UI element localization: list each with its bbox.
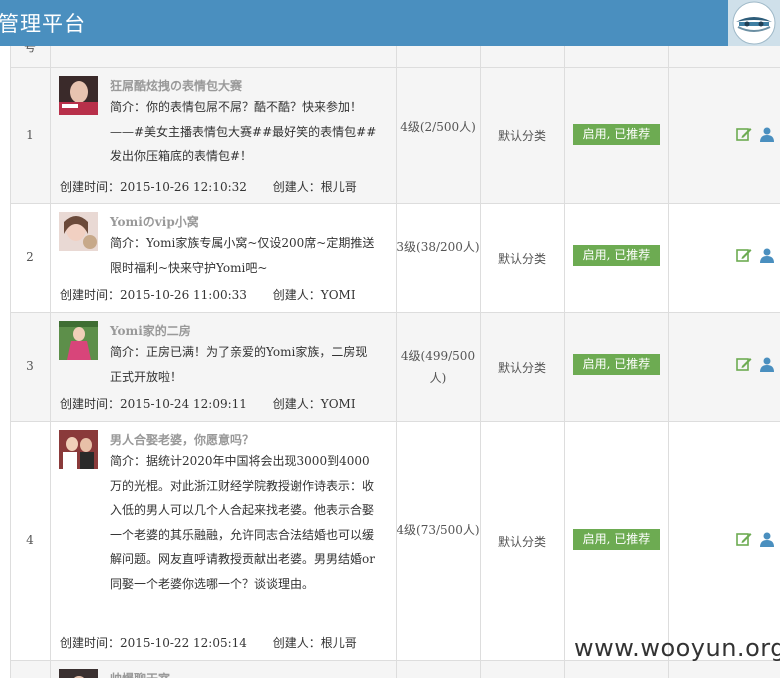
creator-name: YOMI: [320, 397, 356, 411]
status-badge[interactable]: 启用, 已推荐: [573, 529, 660, 550]
table-row: 2 Yomiのvip小窝 简介：Yomi家族专属小窝~仅设200席~定期推送限时…: [10, 203, 780, 312]
group-level: 3级(38/200人): [396, 240, 480, 254]
user-icon[interactable]: [759, 531, 775, 547]
group-intro: 简介：你的表情包屌不屌？酷不酷？快来参加！——#美女主播表情包大赛##最好笑的表…: [110, 100, 377, 163]
group-name[interactable]: 男人合娶老婆，你愿意吗？: [110, 431, 254, 448]
grid-line: [50, 46, 51, 678]
group-level: 4级(499/500人): [400, 349, 476, 385]
created-time: 2015-10-26 11:00:33: [120, 288, 247, 302]
creator-label: 创建人：: [272, 636, 321, 650]
edit-icon[interactable]: [736, 531, 752, 547]
group-category: 默认分类: [497, 535, 546, 549]
row-number: 2: [26, 250, 34, 264]
group-thumbnail[interactable]: [59, 430, 98, 469]
created-label: 创建时间：: [60, 288, 121, 302]
group-category: 默认分类: [497, 129, 546, 143]
grid-line: [480, 46, 481, 678]
grid-line: [396, 46, 397, 678]
group-thumbnail[interactable]: [59, 669, 98, 678]
table-row: 4 男人合娶老婆，你愿意吗？ 简介：据统计2020年中国将会出现3000到400…: [10, 421, 780, 660]
watermark: www.wooyun.org: [574, 634, 780, 662]
edit-icon[interactable]: [736, 126, 752, 142]
creator-name: 根儿哥: [320, 636, 357, 650]
row-number: 1: [26, 128, 34, 142]
group-name[interactable]: Yomi家的二房: [110, 322, 191, 339]
group-category: 默认分类: [497, 252, 546, 266]
row-number: 3: [26, 359, 34, 373]
created-time: 2015-10-26 12:10:32: [120, 180, 247, 194]
table-header-row: 号: [10, 46, 780, 68]
platform-title: 管理平台: [0, 12, 86, 36]
user-icon[interactable]: [759, 126, 775, 142]
group-level: 4级(2/500人): [400, 120, 476, 134]
group-thumbnail[interactable]: [59, 212, 98, 251]
table-row: 3 Yomi家的二房 简介：正房已满！为了亲爱的Yomi家族，二房现正式开放啦！…: [10, 312, 780, 421]
created-label: 创建时间：: [60, 397, 121, 411]
group-meta: 创建时间：2015-10-22 12:05:14 创建人：根儿哥: [60, 634, 357, 651]
group-name[interactable]: 帅爆聊天室: [110, 670, 170, 678]
group-meta: 创建时间：2015-10-26 11:00:33 创建人：YOMI: [60, 286, 356, 303]
grid-line: [564, 46, 565, 678]
created-label: 创建时间：: [60, 180, 121, 194]
table-row: 1 狂屌酷炫拽の表情包大赛 简介：你的表情包屌不屌？酷不酷？快来参加！——#美女…: [10, 67, 780, 203]
grid-line: [668, 46, 669, 678]
edit-icon[interactable]: [736, 356, 752, 372]
table-row: 帅爆聊天室: [10, 660, 780, 678]
created-label: 创建时间：: [60, 636, 121, 650]
group-name[interactable]: Yomiのvip小窝: [110, 213, 199, 230]
creator-label: 创建人：: [272, 397, 321, 411]
group-category: 默认分类: [497, 361, 546, 375]
creator-label: 创建人：: [272, 288, 321, 302]
group-thumbnail[interactable]: [59, 76, 98, 115]
edit-icon[interactable]: [736, 247, 752, 263]
group-intro: 简介：正房已满！为了亲爱的Yomi家族，二房现正式开放啦！: [110, 345, 368, 384]
group-intro: 简介：Yomi家族专属小窝~仅设200席~定期推送限时福利~快来守护Yomi吧~: [110, 236, 375, 275]
status-badge[interactable]: 启用, 已推荐: [573, 124, 660, 145]
top-bar: 管理平台: [0, 0, 780, 46]
user-icon[interactable]: [759, 247, 775, 263]
group-intro: 简介：据统计2020年中国将会出现3000到4000万的光棍。对此浙江财经学院教…: [110, 454, 375, 591]
user-icon[interactable]: [759, 356, 775, 372]
group-table: 号 1 狂屌酷炫拽の表情包大赛 简介：你的表情包屌不屌？酷不酷？快来参加！——#…: [0, 46, 780, 678]
row-number: 4: [26, 533, 34, 547]
creator-name: 根儿哥: [320, 180, 357, 194]
avatar[interactable]: [728, 0, 780, 46]
group-meta: 创建时间：2015-10-26 12:10:32 创建人：根儿哥: [60, 178, 357, 195]
num-header: 号: [24, 46, 37, 54]
status-badge[interactable]: 启用, 已推荐: [573, 245, 660, 266]
group-meta: 创建时间：2015-10-24 12:09:11 创建人：YOMI: [60, 395, 356, 412]
group-thumbnail[interactable]: [59, 321, 98, 360]
creator-name: YOMI: [320, 288, 356, 302]
group-level: 4级(73/500人): [396, 523, 480, 537]
created-time: 2015-10-22 12:05:14: [120, 636, 247, 650]
group-name[interactable]: 狂屌酷炫拽の表情包大赛: [110, 77, 242, 94]
status-badge[interactable]: 启用, 已推荐: [573, 354, 660, 375]
grid-line: [10, 46, 11, 678]
created-time: 2015-10-24 12:09:11: [120, 397, 247, 411]
creator-label: 创建人：: [272, 180, 321, 194]
